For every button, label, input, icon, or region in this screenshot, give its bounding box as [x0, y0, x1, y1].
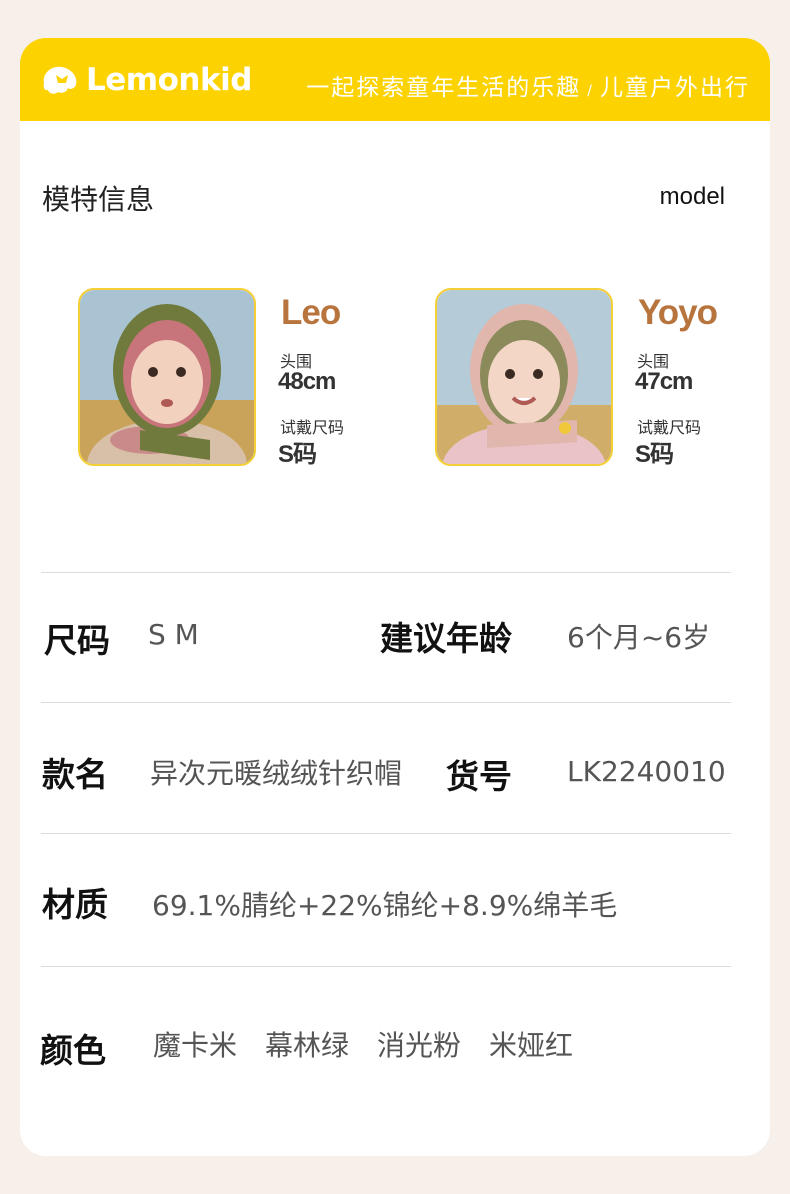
color-option: 幕林绿: [265, 1029, 350, 1062]
color-options: 魔卡米 幕林绿 消光粉 米娅红: [153, 1024, 573, 1064]
color-label: 颜色: [40, 1031, 106, 1070]
info-card: Lemonkid 一起探索童年生活的乐趣 / 儿童户外出行 模特信息 model: [20, 38, 770, 1156]
section-title-en: model: [659, 183, 725, 210]
model-card-leo: Leo 头围 48cm 试戴尺码 S码: [78, 288, 398, 468]
model-card-yoyo: Yoyo 头围 47cm 试戴尺码 S码: [435, 288, 755, 468]
head-value: 47cm: [635, 368, 693, 395]
lemon-logo-icon: [43, 66, 77, 94]
product-name-value: 异次元暖绒绒针织帽: [150, 757, 403, 790]
size-spec-value: S M: [148, 618, 199, 651]
brand-slogan: 一起探索童年生活的乐趣 / 儿童户外出行: [306, 68, 750, 102]
slogan-separator: /: [587, 83, 594, 99]
divider: [41, 833, 731, 834]
product-name-label: 款名: [42, 755, 108, 794]
model-photo: [435, 288, 613, 466]
model-photo: [78, 288, 256, 466]
sku-value: LK2240010: [567, 755, 726, 788]
color-option: 魔卡米: [153, 1029, 238, 1062]
color-option: 米娅红: [489, 1029, 574, 1062]
sku-label: 货号: [446, 757, 512, 796]
model-name: Leo: [281, 293, 341, 332]
size-value: S码: [278, 441, 317, 468]
divider: [41, 572, 731, 573]
head-value: 48cm: [278, 368, 336, 395]
material-label: 材质: [42, 885, 108, 924]
divider: [41, 702, 731, 703]
age-spec-value: 6个月~6岁: [567, 621, 711, 654]
age-spec-label: 建议年龄: [380, 619, 512, 658]
material-value: 69.1%腈纶+22%锦纶+8.9%绵羊毛: [152, 889, 618, 922]
brand-logo: Lemonkid: [40, 60, 252, 100]
divider: [41, 966, 731, 967]
model-name: Yoyo: [638, 293, 718, 332]
slogan-text-1: 一起探索童年生活的乐趣: [306, 75, 582, 101]
section-title: 模特信息: [42, 183, 155, 216]
size-value: S码: [635, 441, 674, 468]
slogan-text-2: 儿童户外出行: [600, 75, 750, 101]
size-spec-label: 尺码: [44, 621, 110, 660]
brand-header: Lemonkid 一起探索童年生活的乐趣 / 儿童户外出行: [20, 38, 770, 121]
brand-name: Lemonkid: [86, 62, 252, 98]
color-option: 消光粉: [377, 1029, 462, 1062]
